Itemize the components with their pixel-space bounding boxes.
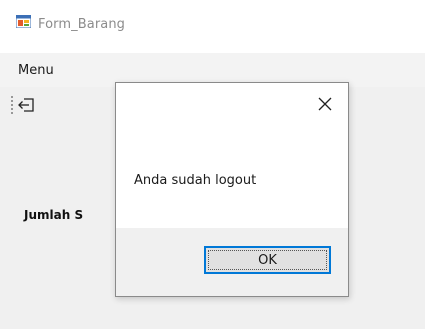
close-icon (318, 97, 332, 111)
ok-button-label: OK (258, 252, 277, 268)
message-box-dialog: Anda sudah logout OK (115, 82, 349, 297)
jumlah-label: Jumlah S (24, 208, 84, 222)
toolbar-grip[interactable] (11, 95, 13, 115)
logout-icon[interactable] (16, 94, 38, 116)
menu-item-menu[interactable]: Menu (18, 63, 54, 78)
title-bar: Form_Barang (0, 0, 425, 53)
form-barang-window: Form_Barang Menu Jumlah S Anda sudah log… (0, 0, 425, 329)
dialog-footer: OK (116, 228, 348, 296)
ok-button[interactable]: OK (204, 246, 331, 274)
dialog-message: Anda sudah logout (134, 173, 257, 188)
dialog-close-button[interactable] (312, 91, 338, 117)
window-title: Form_Barang (38, 17, 126, 32)
windows-form-icon (16, 15, 31, 28)
